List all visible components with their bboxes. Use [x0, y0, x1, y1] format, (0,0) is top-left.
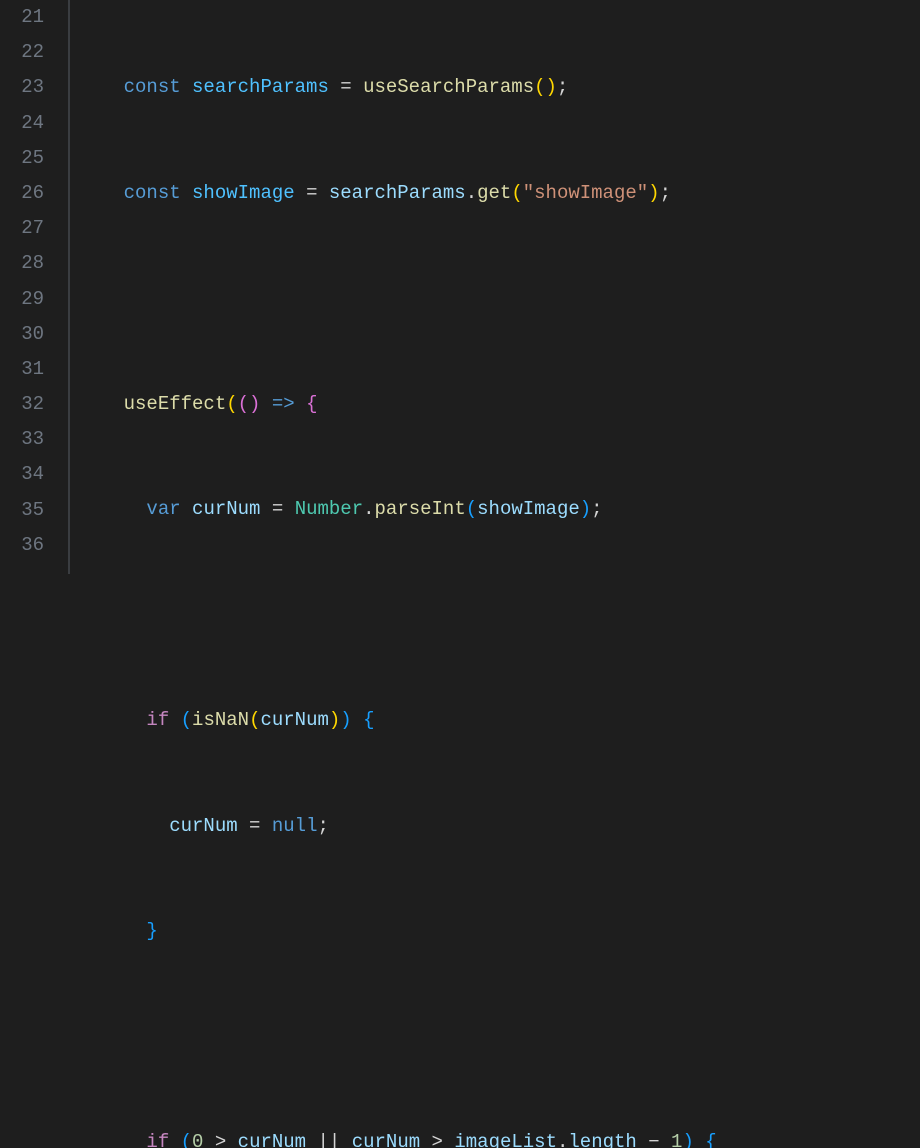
code-line[interactable]: if (isNaN(curNum)) { — [78, 703, 920, 738]
code-line[interactable] — [78, 1020, 920, 1055]
line-number: 29 — [0, 282, 44, 317]
line-number: 31 — [0, 352, 44, 387]
line-number-gutter: 21 22 23 24 25 26 27 28 29 30 31 32 33 3… — [0, 0, 68, 574]
code-line[interactable]: } — [78, 914, 920, 949]
code-editor[interactable]: 21 22 23 24 25 26 27 28 29 30 31 32 33 3… — [0, 0, 920, 574]
code-line[interactable] — [78, 281, 920, 316]
line-number: 26 — [0, 176, 44, 211]
code-line[interactable]: useEffect(() => { — [78, 387, 920, 422]
line-number: 25 — [0, 141, 44, 176]
code-line[interactable] — [78, 598, 920, 633]
line-number: 23 — [0, 70, 44, 105]
code-line[interactable]: const showImage = searchParams.get("show… — [78, 176, 920, 211]
line-number: 27 — [0, 211, 44, 246]
code-area[interactable]: const searchParams = useSearchParams(); … — [70, 0, 920, 574]
line-number: 21 — [0, 0, 44, 35]
line-number: 30 — [0, 317, 44, 352]
line-number: 22 — [0, 35, 44, 70]
code-line[interactable]: const searchParams = useSearchParams(); — [78, 70, 920, 105]
code-line[interactable]: var curNum = Number.parseInt(showImage); — [78, 492, 920, 527]
code-line[interactable]: if (0 > curNum || curNum > imageList.len… — [78, 1125, 920, 1148]
line-number: 32 — [0, 387, 44, 422]
line-number: 33 — [0, 422, 44, 457]
line-number: 35 — [0, 493, 44, 528]
line-number: 24 — [0, 106, 44, 141]
line-number: 36 — [0, 528, 44, 563]
line-number: 28 — [0, 246, 44, 281]
code-line[interactable]: curNum = null; — [78, 809, 920, 844]
line-number: 34 — [0, 457, 44, 492]
